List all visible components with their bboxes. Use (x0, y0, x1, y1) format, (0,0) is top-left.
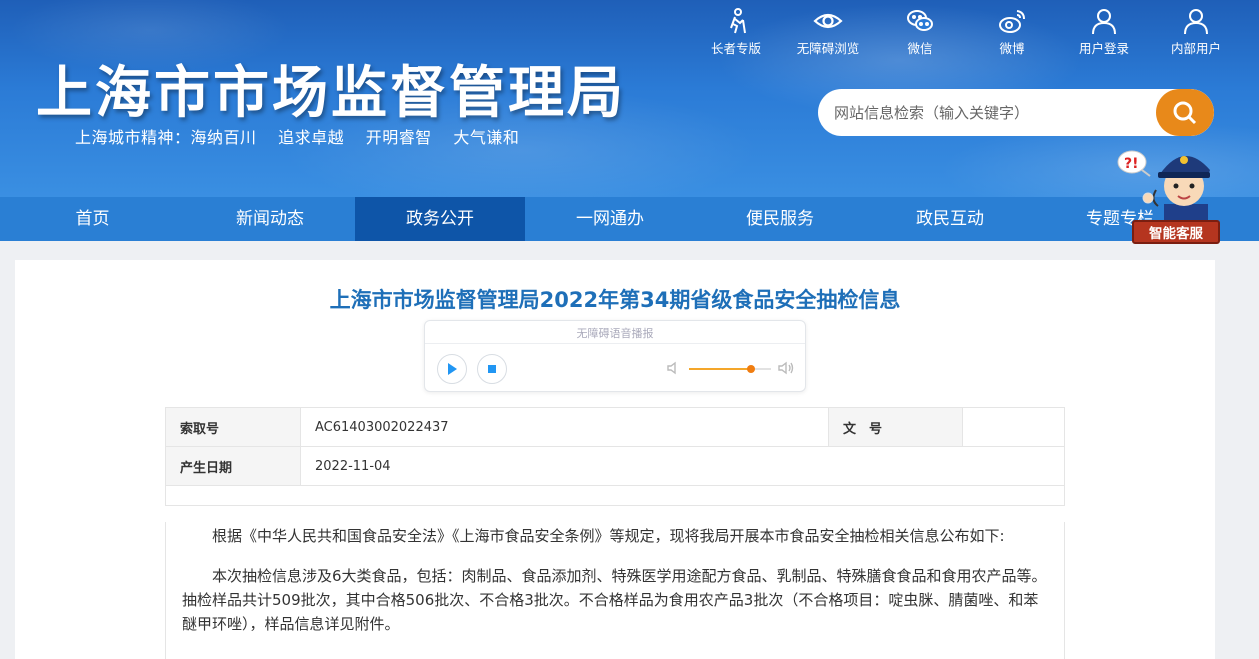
site-search (818, 89, 1214, 136)
meta-row: 索取号 AC61403002022437 文 号 (165, 407, 1065, 447)
eye-icon (813, 13, 843, 29)
divider (425, 343, 805, 344)
elder-icon (730, 8, 746, 34)
nav-item-news[interactable]: 新闻动态 (185, 197, 355, 241)
city-slogan: 上海城市精神：海纳百川 追求卓越 开明睿智 大气谦和 (75, 124, 535, 148)
top-link-label: 用户登录 (1078, 41, 1129, 56)
search-icon (1173, 101, 1197, 124)
site-title[interactable]: 上海市市场监督管理局 (36, 48, 626, 129)
smart-service-widget[interactable]: ?! 智能客服 (1112, 140, 1222, 246)
nav-item-home[interactable]: 首页 (0, 197, 185, 241)
audio-label: 无障碍语音播报 (576, 327, 654, 340)
top-link-label: 长者专版 (710, 41, 761, 56)
header-banner: 上海市市场监督管理局 上海城市精神：海纳百川 追求卓越 开明睿智 大气谦和 长者… (0, 0, 1259, 197)
weibo-link[interactable]: 微博 (966, 6, 1058, 57)
meta-spacer (165, 485, 1065, 506)
article-title: 上海市市场监督管理局2022年第34期省级食品安全抽检信息 (329, 288, 901, 312)
date-value: 2022-11-04 (300, 446, 1065, 486)
article-paragraph: 根据《中华人民共和国食品安全法》《上海市食品安全条例》等规定，现将我局开展本市食… (212, 527, 1005, 545)
top-link-label: 内部用户 (1170, 41, 1221, 56)
index-number-label: 索取号 (165, 407, 301, 447)
svg-text:?!: ?! (1124, 156, 1139, 172)
elder-mode-link[interactable]: 长者专版 (690, 6, 782, 57)
search-input[interactable] (818, 89, 1156, 136)
top-link-label: 无障碍浏览 (796, 41, 860, 56)
index-number-value: AC61403002022437 (300, 407, 829, 447)
volume-high-icon (778, 361, 794, 375)
slogan-part: 上海城市精神：海纳百川 (75, 128, 257, 147)
search-button[interactable] (1156, 89, 1214, 136)
document-meta-table: 索取号 AC61403002022437 文 号 产生日期 2022-11-04 (165, 407, 1065, 506)
article-body: 根据《中华人民共和国食品安全法》《上海市食品安全条例》等规定，现将我局开展本市食… (165, 522, 1065, 659)
nav-item-gov-info[interactable]: 政务公开 (355, 197, 525, 241)
volume-handle[interactable] (746, 365, 755, 373)
play-icon (448, 363, 457, 375)
weibo-icon (999, 10, 1025, 33)
nav-item-interaction[interactable]: 政民互动 (865, 197, 1035, 241)
top-link-label: 微博 (999, 41, 1025, 56)
internal-user-link[interactable]: 内部用户 (1150, 6, 1242, 57)
nav-item-online-service[interactable]: 一网通办 (525, 197, 695, 241)
volume-low-icon (667, 361, 676, 375)
smart-service-label: 智能客服 (1132, 220, 1220, 244)
top-link-label: 微信 (907, 41, 933, 56)
user-icon (1092, 9, 1116, 35)
stop-button[interactable] (477, 354, 507, 384)
slogan-part: 开明睿智 (365, 128, 432, 147)
doc-number-value (962, 407, 1065, 447)
police-mascot-icon: ?! (1117, 150, 1210, 226)
accessibility-link[interactable]: 无障碍浏览 (782, 6, 874, 57)
date-label: 产生日期 (165, 446, 301, 486)
audio-player: 无障碍语音播报 (424, 320, 806, 392)
play-button[interactable] (437, 354, 467, 384)
article-paragraph: 本次抽检信息涉及6大类食品，包括：肉制品、食品添加剂、特殊医学用途配方食品、乳制… (182, 567, 1047, 633)
wechat-link[interactable]: 微信 (874, 6, 966, 57)
volume-fill (689, 368, 751, 370)
meta-row: 产生日期 2022-11-04 (165, 446, 1065, 486)
user-icon (1184, 9, 1208, 35)
user-login-link[interactable]: 用户登录 (1058, 6, 1150, 57)
slogan-part: 大气谦和 (453, 128, 520, 147)
main-nav: 首页 新闻动态 政务公开 一网通办 便民服务 政民互动 专题专栏 (0, 197, 1259, 241)
spacer-cell (165, 485, 1065, 506)
nav-item-public-service[interactable]: 便民服务 (695, 197, 865, 241)
top-links: 长者专版 无障碍浏览 微信 微博 用户登录 内部用户 (690, 6, 1242, 57)
article-card: 上海市市场监督管理局2022年第34期省级食品安全抽检信息 无障碍语音播报 索取… (15, 260, 1215, 659)
doc-number-label: 文 号 (828, 407, 963, 447)
slogan-part: 追求卓越 (278, 128, 345, 147)
volume-slider[interactable] (689, 365, 771, 373)
wechat-icon (907, 10, 933, 31)
stop-icon (488, 365, 496, 373)
